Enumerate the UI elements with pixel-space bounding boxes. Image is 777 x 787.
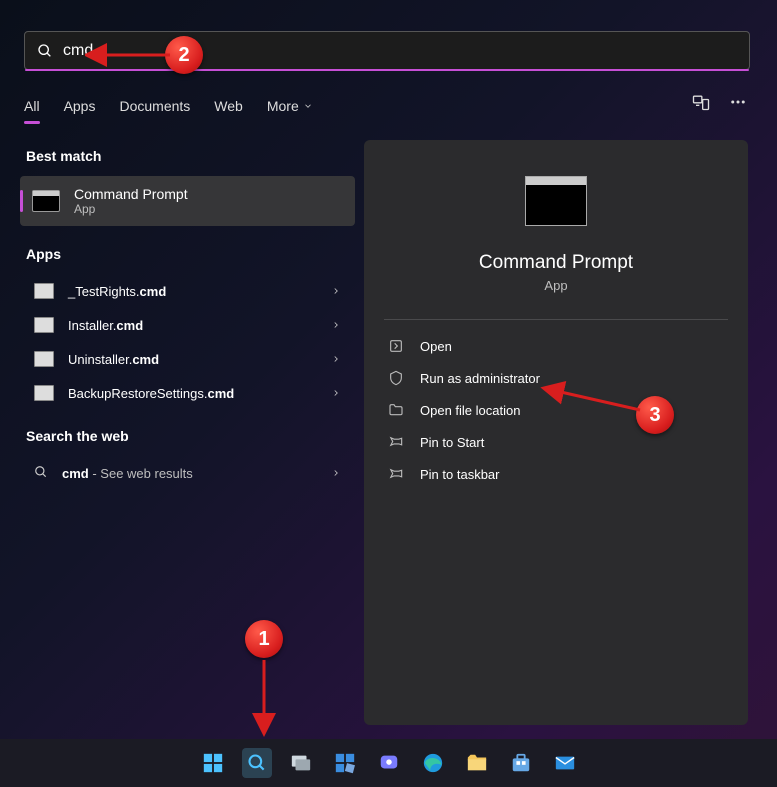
preview-panel: Command Prompt App Open Run as administr… (364, 140, 748, 725)
edge-button[interactable] (418, 748, 448, 778)
app-item[interactable]: Uninstaller.cmd (20, 342, 355, 376)
tab-apps[interactable]: Apps (64, 98, 96, 122)
file-icon (34, 351, 54, 367)
more-icon[interactable] (729, 93, 747, 116)
action-run-as-administrator[interactable]: Run as administrator (384, 362, 728, 394)
tab-web[interactable]: Web (214, 98, 243, 122)
best-match-subtitle: App (74, 202, 188, 216)
widgets-button[interactable] (330, 748, 360, 778)
annotation-badge-3: 3 (636, 396, 674, 434)
tab-more[interactable]: More (267, 98, 313, 122)
taskbar (0, 739, 777, 787)
web-result[interactable]: cmd - See web results (20, 456, 355, 491)
store-button[interactable] (506, 748, 536, 778)
preview-app-icon (525, 176, 587, 226)
search-button[interactable] (242, 748, 272, 778)
start-button[interactable] (198, 748, 228, 778)
task-view-button[interactable] (286, 748, 316, 778)
action-open-file-location[interactable]: Open file location (384, 394, 728, 426)
file-icon (34, 283, 54, 299)
chevron-right-icon (331, 318, 341, 333)
section-search-web: Search the web (26, 428, 355, 444)
app-item[interactable]: _TestRights.cmd (20, 274, 355, 308)
action-pin-to-taskbar[interactable]: Pin to taskbar (384, 458, 728, 490)
annotation-badge-1: 1 (245, 620, 283, 658)
annotation-badge-2: 2 (165, 36, 203, 74)
action-pin-to-start[interactable]: Pin to Start (384, 426, 728, 458)
mail-button[interactable] (550, 748, 580, 778)
cmd-icon (32, 190, 60, 212)
best-match-item[interactable]: Command Prompt App (20, 176, 355, 226)
chevron-right-icon (331, 386, 341, 401)
chevron-down-icon (303, 98, 313, 114)
devices-icon[interactable] (691, 92, 711, 117)
action-open[interactable]: Open (384, 330, 728, 362)
chat-button[interactable] (374, 748, 404, 778)
search-icon (34, 465, 48, 482)
preview-subtitle: App (544, 278, 567, 293)
app-item[interactable]: Installer.cmd (20, 308, 355, 342)
search-filter-tabs: All Apps Documents Web More (24, 94, 313, 126)
file-icon (34, 385, 54, 401)
chevron-right-icon (331, 352, 341, 367)
explorer-button[interactable] (462, 748, 492, 778)
section-apps: Apps (26, 246, 355, 262)
divider (384, 319, 728, 320)
tab-documents[interactable]: Documents (119, 98, 190, 122)
chevron-right-icon (331, 284, 341, 299)
annotation-arrow-1 (244, 655, 284, 740)
search-box[interactable] (24, 31, 750, 70)
preview-title: Command Prompt (479, 252, 633, 274)
best-match-title: Command Prompt (74, 186, 188, 202)
tab-all[interactable]: All (24, 98, 40, 122)
chevron-right-icon (331, 466, 341, 481)
section-best-match: Best match (26, 148, 355, 164)
search-icon (37, 43, 53, 59)
file-icon (34, 317, 54, 333)
app-item[interactable]: BackupRestoreSettings.cmd (20, 376, 355, 410)
